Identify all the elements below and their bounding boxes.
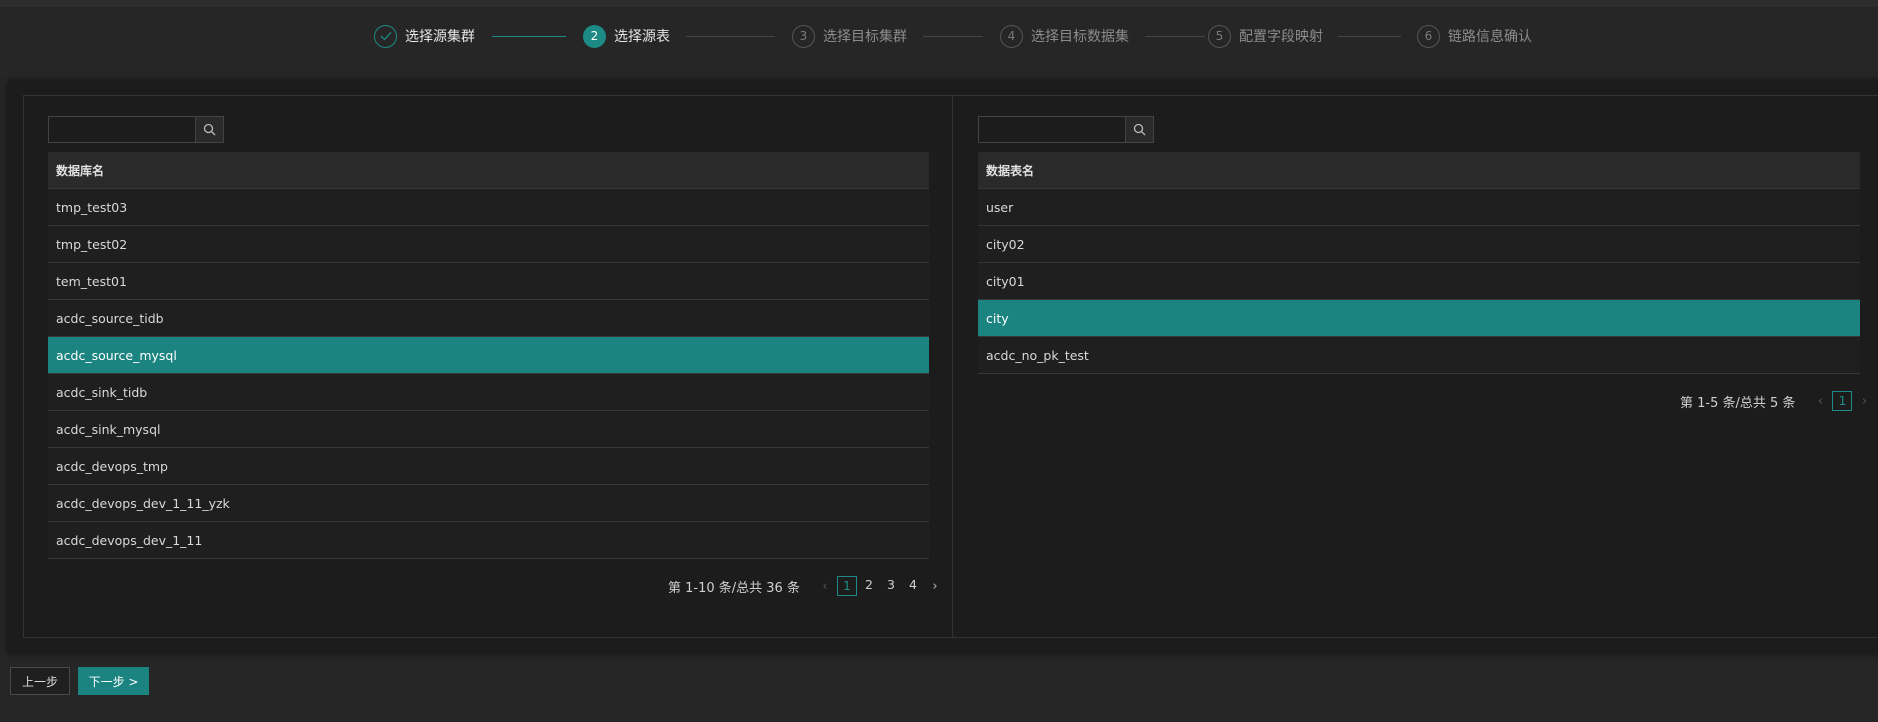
table-row[interactable]: acdc_no_pk_test	[978, 337, 1860, 374]
database-search	[48, 116, 224, 143]
table-header: 数据库名	[48, 152, 929, 189]
step-label: 选择源表	[614, 29, 670, 45]
step-label: 选择目标集群	[823, 29, 907, 45]
step-number: 5	[1208, 24, 1231, 48]
prev-step-button[interactable]: 上一步	[10, 667, 70, 695]
step-number: 2	[583, 24, 606, 48]
table-search	[978, 116, 1154, 143]
step-3[interactable]: 3 选择目标集群	[792, 24, 907, 48]
search-button[interactable]	[196, 116, 224, 143]
step-label: 配置字段映射	[1239, 29, 1323, 45]
step-number: 3	[792, 24, 815, 48]
step-2[interactable]: 2 选择源表	[583, 24, 670, 48]
step-connector	[1338, 36, 1401, 37]
top-bar	[0, 0, 1878, 6]
search-icon	[203, 123, 216, 136]
datatable-pagination: 第 1-5 条/总共 5 条 ‹ 1 ›	[1680, 391, 1875, 411]
step-connector	[492, 36, 566, 37]
table-row[interactable]: acdc_sink_tidb	[48, 374, 929, 411]
step-number: 4	[1000, 24, 1023, 48]
step-connector	[686, 36, 775, 37]
step-6[interactable]: 6 链路信息确认	[1417, 24, 1532, 48]
table-row[interactable]: tmp_test02	[48, 226, 929, 263]
page-4[interactable]: 4	[903, 576, 923, 596]
chevron-left-icon[interactable]: ‹	[814, 579, 836, 594]
step-connector	[923, 36, 983, 37]
check-icon	[374, 24, 397, 48]
step-1[interactable]: 选择源集群	[374, 24, 475, 48]
step-number: 6	[1417, 24, 1440, 48]
datatable-table: 数据表名 user city02 city01 city acdc_no_pk_test	[978, 152, 1860, 374]
chevron-right-icon[interactable]: ›	[1853, 394, 1875, 409]
table-row[interactable]: acdc_sink_mysql	[48, 411, 929, 448]
table-row[interactable]: city01	[978, 263, 1860, 300]
step-4[interactable]: 4 选择目标数据集	[1000, 24, 1129, 48]
table-search-input[interactable]	[978, 116, 1126, 143]
step-connector	[1145, 36, 1205, 37]
search-icon	[1133, 123, 1146, 136]
table-row[interactable]: acdc_devops_dev_1_11_yzk	[48, 485, 929, 522]
step-label: 选择源集群	[405, 29, 475, 45]
pagination-total: 第 1-10 条/总共 36 条	[668, 580, 800, 596]
next-step-button[interactable]: 下一步 >	[78, 667, 149, 695]
database-pagination: 第 1-10 条/总共 36 条 ‹ 1 2 3 4 ›	[668, 576, 946, 596]
step-5[interactable]: 5 配置字段映射	[1208, 24, 1323, 48]
page-1[interactable]: 1	[836, 576, 857, 596]
table-row[interactable]: acdc_source_tidb	[48, 300, 929, 337]
step-label: 链路信息确认	[1448, 29, 1532, 45]
table-row[interactable]: city02	[978, 226, 1860, 263]
step-label: 选择目标数据集	[1031, 29, 1129, 45]
search-button[interactable]	[1126, 116, 1154, 143]
panel-divider	[952, 95, 953, 638]
table-row[interactable]: acdc_source_mysql	[48, 337, 929, 374]
page-3[interactable]: 3	[881, 576, 901, 596]
table-row[interactable]: city	[978, 300, 1860, 337]
table-header: 数据表名	[978, 152, 1860, 189]
table-row[interactable]: tmp_test03	[48, 189, 929, 226]
chevron-right-icon[interactable]: ›	[924, 579, 946, 594]
table-row[interactable]: acdc_devops_tmp	[48, 448, 929, 485]
table-row[interactable]: acdc_devops_dev_1_11	[48, 522, 929, 559]
page-2[interactable]: 2	[859, 576, 879, 596]
chevron-left-icon[interactable]: ‹	[1809, 394, 1831, 409]
table-row[interactable]: tem_test01	[48, 263, 929, 300]
page-1[interactable]: 1	[1832, 391, 1853, 411]
database-search-input[interactable]	[48, 116, 196, 143]
database-table: 数据库名 tmp_test03 tmp_test02 tem_test01 acdc_…	[48, 152, 929, 559]
table-row[interactable]: user	[978, 189, 1860, 226]
pagination-total: 第 1-5 条/总共 5 条	[1680, 395, 1796, 411]
